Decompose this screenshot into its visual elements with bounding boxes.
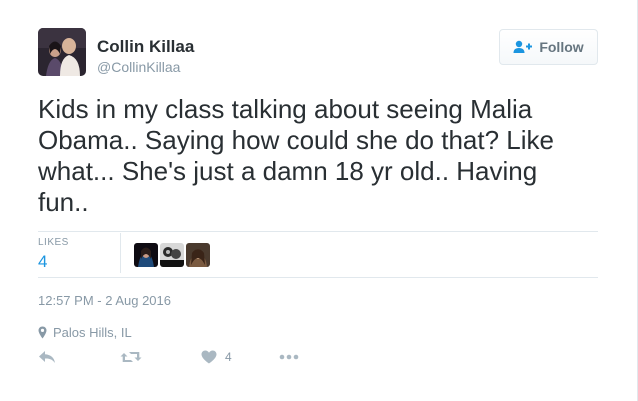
likes-stat[interactable]: LIKES 4	[38, 237, 69, 272]
reply-icon	[39, 351, 55, 363]
tweet-card: Collin Killaa @CollinKillaa Follow Kids …	[0, 0, 638, 401]
heart-icon	[201, 350, 217, 364]
retweet-icon	[120, 352, 142, 362]
more-button[interactable]	[279, 350, 299, 364]
like-button[interactable]: 4	[201, 350, 232, 364]
follow-label: Follow	[539, 39, 584, 55]
location-label: Palos Hills, IL	[53, 325, 132, 340]
tweet-timestamp[interactable]: 12:57 PM - 2 Aug 2016	[38, 293, 171, 308]
likes-count: 4	[38, 252, 48, 271]
add-user-icon	[513, 40, 533, 53]
likers-avatars	[134, 243, 210, 267]
tweet-text: Kids in my class talking about seeing Ma…	[38, 94, 554, 217]
more-icon	[279, 354, 299, 360]
profile-avatar[interactable]	[38, 28, 86, 76]
stats-separator	[120, 233, 121, 273]
reply-button[interactable]	[38, 350, 56, 364]
stats-top-divider	[38, 231, 598, 232]
user-display-name[interactable]: Collin Killaa	[97, 37, 194, 57]
liker-avatar[interactable]	[186, 243, 210, 267]
likes-label: LIKES	[38, 237, 69, 248]
location-pin-icon	[38, 326, 47, 339]
liker-avatar[interactable]	[134, 243, 158, 267]
liker-avatar[interactable]	[160, 243, 184, 267]
like-count: 4	[225, 350, 232, 364]
user-handle[interactable]: @CollinKillaa	[97, 59, 180, 75]
follow-button[interactable]: Follow	[499, 29, 598, 65]
tweet-location[interactable]: Palos Hills, IL	[38, 325, 132, 340]
stats-bottom-divider	[38, 277, 598, 278]
retweet-button[interactable]	[120, 350, 142, 364]
